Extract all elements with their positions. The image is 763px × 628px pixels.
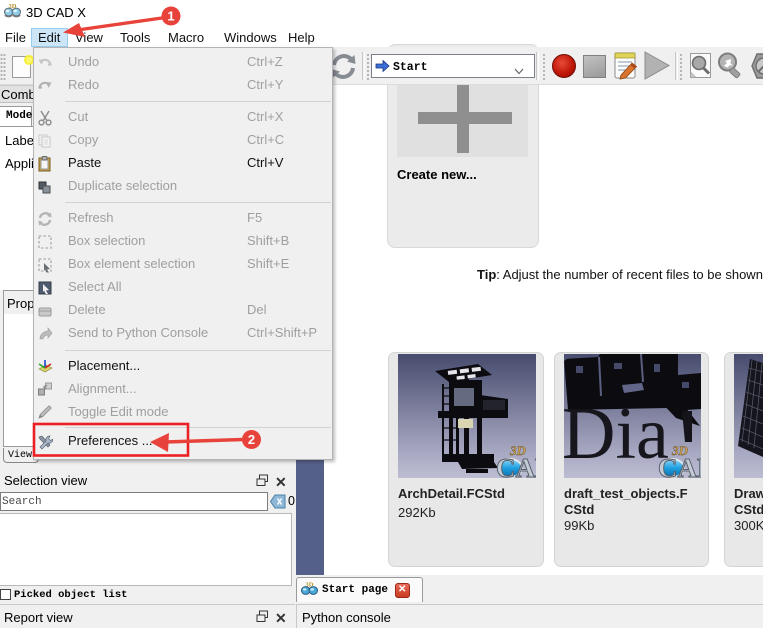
svg-text:1: 1 (167, 9, 174, 24)
svg-text:2: 2 (248, 432, 255, 447)
